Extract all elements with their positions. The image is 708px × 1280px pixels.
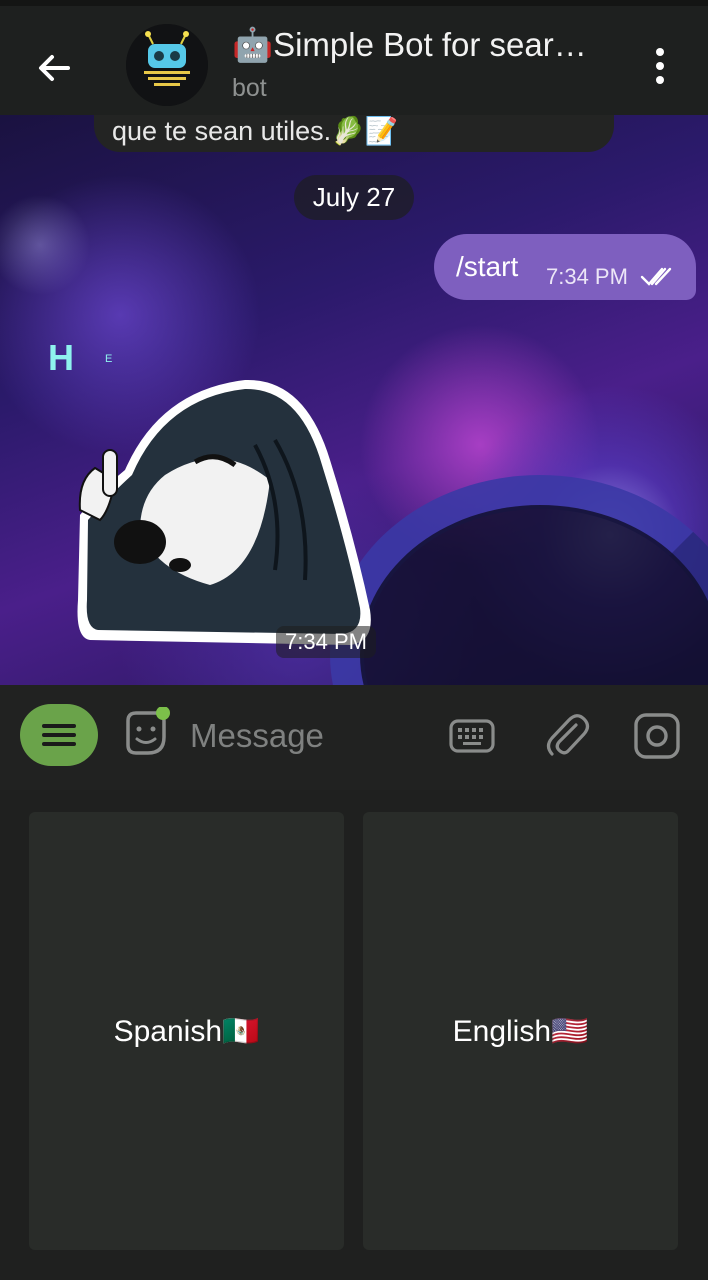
message-input[interactable] [190, 711, 430, 761]
message-input-bar [0, 685, 708, 790]
sticker-letter-e: E [105, 353, 113, 365]
keyboard-icon[interactable] [448, 713, 496, 759]
sticker-time: 7:34 PM [276, 626, 376, 658]
reaper-snoopy-sticker[interactable] [70, 370, 380, 655]
more-vertical-icon[interactable] [640, 46, 680, 86]
english-button[interactable]: English🇺🇸 [363, 812, 678, 1250]
robot-logo [126, 24, 208, 106]
outgoing-message-text: /start [456, 251, 519, 282]
outgoing-message-time: 7:34 PM [546, 264, 628, 289]
incoming-message-bubble[interactable]: que te sean utiles.🥬📝 [94, 115, 614, 152]
bot-avatar[interactable] [126, 24, 208, 106]
chat-header: 🤖Simple Bot for sear… bot [0, 0, 708, 115]
date-separator: July 27 [294, 175, 414, 220]
bot-reply-keyboard: Spanish🇲🇽 English🇺🇸 [0, 790, 708, 1280]
camera-icon[interactable] [632, 711, 682, 761]
attach-icon[interactable] [542, 709, 590, 761]
chat-title[interactable]: 🤖Simple Bot for sear… [232, 26, 612, 65]
outgoing-message-bubble[interactable]: /start 7:34 PM [434, 234, 696, 300]
sticker-icon[interactable] [120, 707, 172, 759]
spanish-button[interactable]: Spanish🇲🇽 [29, 812, 344, 1250]
bot-menu-icon [42, 724, 76, 746]
bot-menu-button[interactable] [20, 704, 98, 766]
chat-subtitle: bot [232, 74, 267, 102]
incoming-message-text: que te sean utiles.🥬📝 [112, 116, 399, 146]
chat-area[interactable]: que te sean utiles.🥬📝 July 27 /start 7:3… [0, 115, 708, 685]
read-check-icon [640, 267, 672, 286]
back-arrow-icon[interactable] [30, 44, 78, 92]
